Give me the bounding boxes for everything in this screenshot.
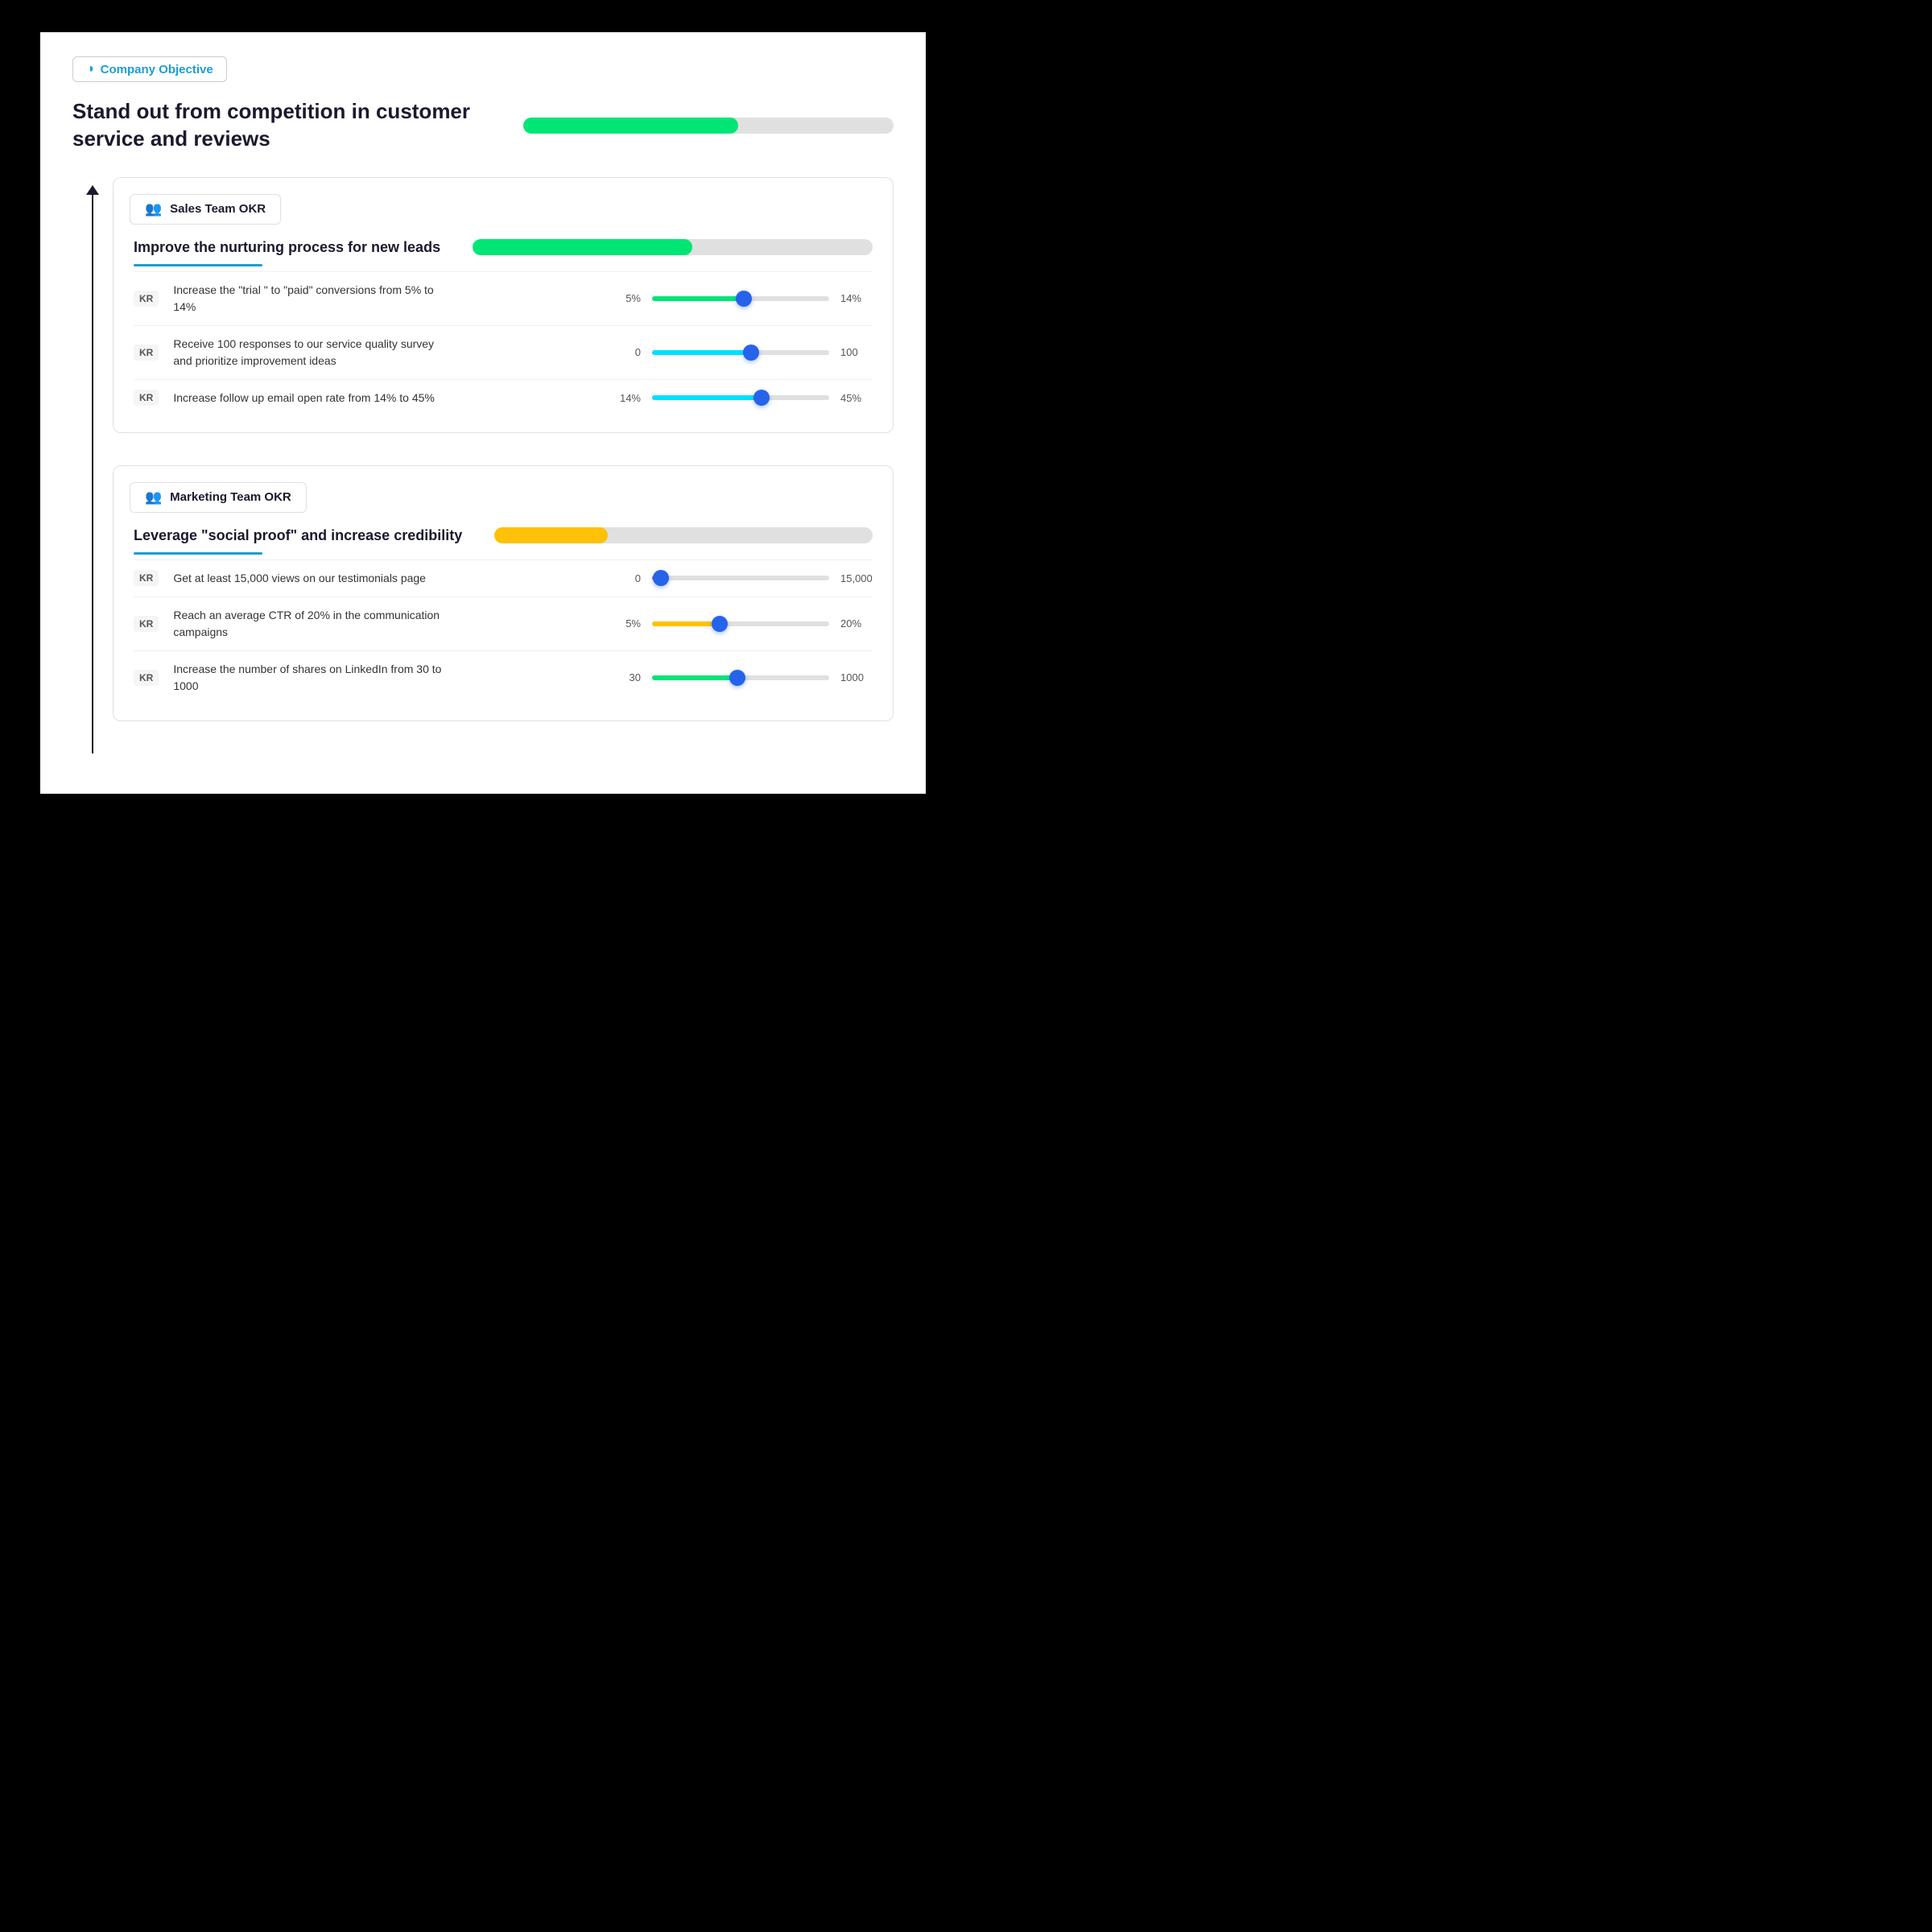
kr-description: Increase follow up email open rate from …: [173, 390, 455, 407]
sales-objective-row: Improve the nurturing process for new le…: [114, 225, 893, 259]
kr-badge: KR: [134, 291, 159, 307]
kr-slider-track[interactable]: [652, 350, 829, 355]
company-objective-icon: ◑: [86, 62, 94, 76]
marketing-obj-progress-container: [494, 527, 873, 543]
kr-max-label: 20%: [840, 617, 873, 630]
kr-badge: KR: [134, 616, 159, 632]
kr-slider-track[interactable]: [652, 296, 829, 301]
marketing-team-okr-header: 👥 Marketing Team OKR: [130, 482, 307, 513]
kr-slider-track[interactable]: [652, 621, 829, 626]
kr-slider-section: 0 100: [471, 346, 873, 358]
marketing-obj-progress-fill: [494, 527, 608, 543]
kr-min-label: 30: [617, 671, 641, 683]
table-row: KR Increase the "trial " to "paid" conve…: [134, 271, 873, 325]
kr-slider-fill: [652, 675, 737, 680]
sales-obj-progress-fill: [473, 239, 692, 255]
kr-max-label: 1000: [840, 671, 873, 683]
kr-description: Reach an average CTR of 20% in the commu…: [173, 607, 455, 641]
content-with-timeline: 👥 Sales Team OKR Improve the nurturing p…: [72, 177, 894, 753]
kr-slider-track[interactable]: [652, 675, 829, 680]
kr-badge: KR: [134, 670, 159, 686]
kr-min-label: 0: [617, 346, 641, 358]
kr-slider-fill: [652, 350, 751, 355]
timeline-vertical-line: [92, 195, 93, 753]
okr-content-area: 👥 Sales Team OKR Improve the nurturing p…: [113, 177, 894, 753]
kr-slider-thumb[interactable]: [729, 670, 745, 686]
sales-team-icon: 👥: [145, 201, 162, 217]
kr-description: Receive 100 responses to our service qua…: [173, 336, 455, 369]
marketing-team-icon: 👥: [145, 489, 162, 506]
kr-description: Increase the "trial " to "paid" conversi…: [173, 282, 455, 316]
marketing-kr-list: KR Get at least 15,000 views on our test…: [114, 559, 893, 720]
kr-description: Get at least 15,000 views on our testimo…: [173, 570, 455, 587]
table-row: KR Reach an average CTR of 20% in the co…: [134, 597, 873, 650]
kr-min-label: 5%: [617, 292, 641, 304]
sales-team-label: Sales Team OKR: [170, 202, 266, 216]
objective-header: Stand out from competition in customer s…: [72, 98, 894, 153]
objective-progress-container: [523, 118, 894, 134]
kr-slider-section: 5% 14%: [471, 292, 873, 304]
kr-slider-section: 30 1000: [471, 671, 873, 683]
marketing-objective-row: Leverage "social proof" and increase cre…: [114, 513, 893, 547]
kr-badge: KR: [134, 570, 159, 586]
sales-team-okr-section: 👥 Sales Team OKR Improve the nurturing p…: [113, 177, 894, 433]
kr-description: Increase the number of shares on LinkedI…: [173, 661, 455, 695]
kr-slider-track[interactable]: [652, 576, 829, 580]
table-row: KR Get at least 15,000 views on our test…: [134, 559, 873, 597]
company-objective-badge: ◑ Company Objective: [72, 56, 227, 82]
kr-badge: KR: [134, 390, 159, 406]
kr-min-label: 14%: [617, 392, 641, 404]
timeline-sidebar: [72, 177, 113, 753]
kr-min-label: 0: [617, 572, 641, 584]
timeline-arrow-up: [86, 185, 99, 195]
company-objective-label: Company Objective: [101, 63, 213, 76]
marketing-obj-progress-track: [494, 527, 873, 543]
table-row: KR Increase the number of shares on Link…: [134, 650, 873, 704]
sales-obj-progress-container: [473, 239, 873, 255]
kr-badge: KR: [134, 345, 159, 361]
sales-objective-title: Improve the nurturing process for new le…: [134, 239, 440, 256]
kr-slider-fill: [652, 395, 762, 400]
marketing-objective-title: Leverage "social proof" and increase cre…: [134, 527, 462, 544]
table-row: KR Increase follow up email open rate fr…: [134, 379, 873, 416]
kr-slider-fill: [652, 621, 720, 626]
objective-title: Stand out from competition in customer s…: [72, 98, 475, 153]
sales-kr-list: KR Increase the "trial " to "paid" conve…: [114, 271, 893, 432]
kr-slider-fill: [652, 296, 744, 301]
kr-max-label: 15,000: [840, 572, 873, 584]
objective-progress-fill: [523, 118, 738, 134]
marketing-team-okr-section: 👥 Marketing Team OKR Leverage "social pr…: [113, 465, 894, 721]
kr-max-label: 45%: [840, 392, 873, 404]
sales-team-okr-header: 👥 Sales Team OKR: [130, 194, 281, 225]
objective-progress-track: [523, 118, 894, 134]
sales-obj-progress-track: [473, 239, 873, 255]
marketing-team-label: Marketing Team OKR: [170, 490, 291, 504]
kr-slider-thumb[interactable]: [743, 345, 759, 361]
kr-min-label: 5%: [617, 617, 641, 630]
kr-slider-section: 5% 20%: [471, 617, 873, 630]
kr-slider-thumb[interactable]: [753, 390, 770, 406]
sales-obj-underline: [134, 264, 262, 266]
table-row: KR Receive 100 responses to our service …: [134, 325, 873, 379]
kr-slider-track[interactable]: [652, 395, 829, 400]
marketing-obj-underline: [134, 552, 262, 555]
kr-slider-thumb[interactable]: [736, 291, 752, 307]
kr-slider-thumb[interactable]: [653, 570, 669, 586]
kr-slider-thumb[interactable]: [712, 616, 728, 632]
kr-slider-section: 0 15,000: [471, 572, 873, 584]
kr-max-label: 14%: [840, 292, 873, 304]
kr-max-label: 100: [840, 346, 873, 358]
kr-slider-section: 14% 45%: [471, 392, 873, 404]
